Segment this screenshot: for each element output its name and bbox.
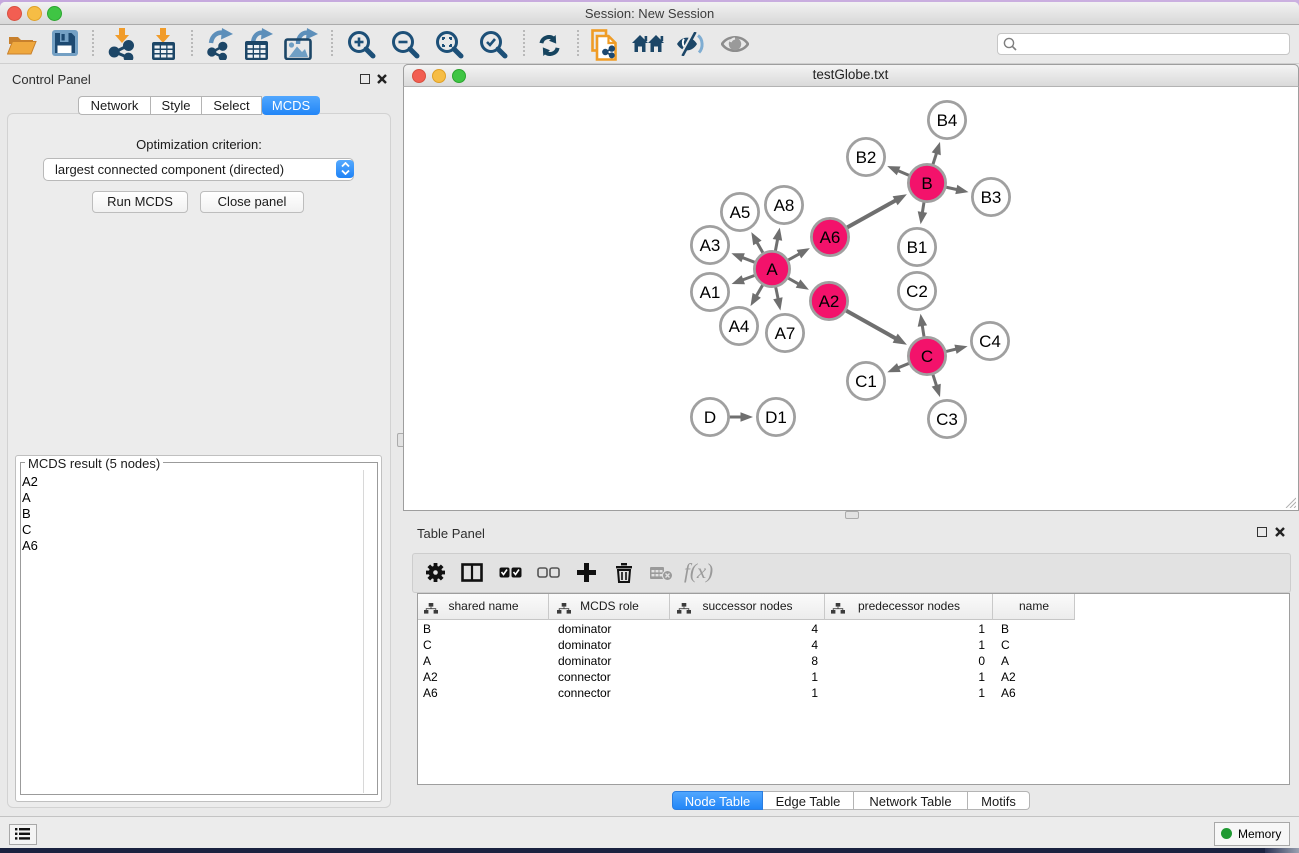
svg-text:A1: A1	[700, 283, 721, 302]
svg-text:A8: A8	[774, 196, 795, 215]
svg-text:C4: C4	[979, 332, 1001, 351]
svg-text:D: D	[704, 408, 716, 427]
svg-text:B1: B1	[907, 238, 928, 257]
svg-text:B3: B3	[981, 188, 1002, 207]
svg-text:C: C	[921, 347, 933, 366]
svg-text:D1: D1	[765, 408, 787, 427]
svg-text:A2: A2	[819, 292, 840, 311]
svg-text:A4: A4	[729, 317, 750, 336]
svg-text:A: A	[766, 260, 778, 279]
svg-text:C1: C1	[855, 372, 877, 391]
svg-text:A5: A5	[730, 203, 751, 222]
svg-text:B: B	[921, 174, 932, 193]
svg-text:B4: B4	[937, 111, 958, 130]
svg-text:A6: A6	[820, 228, 841, 247]
svg-text:A3: A3	[700, 236, 721, 255]
svg-text:A7: A7	[775, 324, 796, 343]
svg-text:C2: C2	[906, 282, 928, 301]
svg-text:B2: B2	[856, 148, 877, 167]
svg-text:C3: C3	[936, 410, 958, 429]
